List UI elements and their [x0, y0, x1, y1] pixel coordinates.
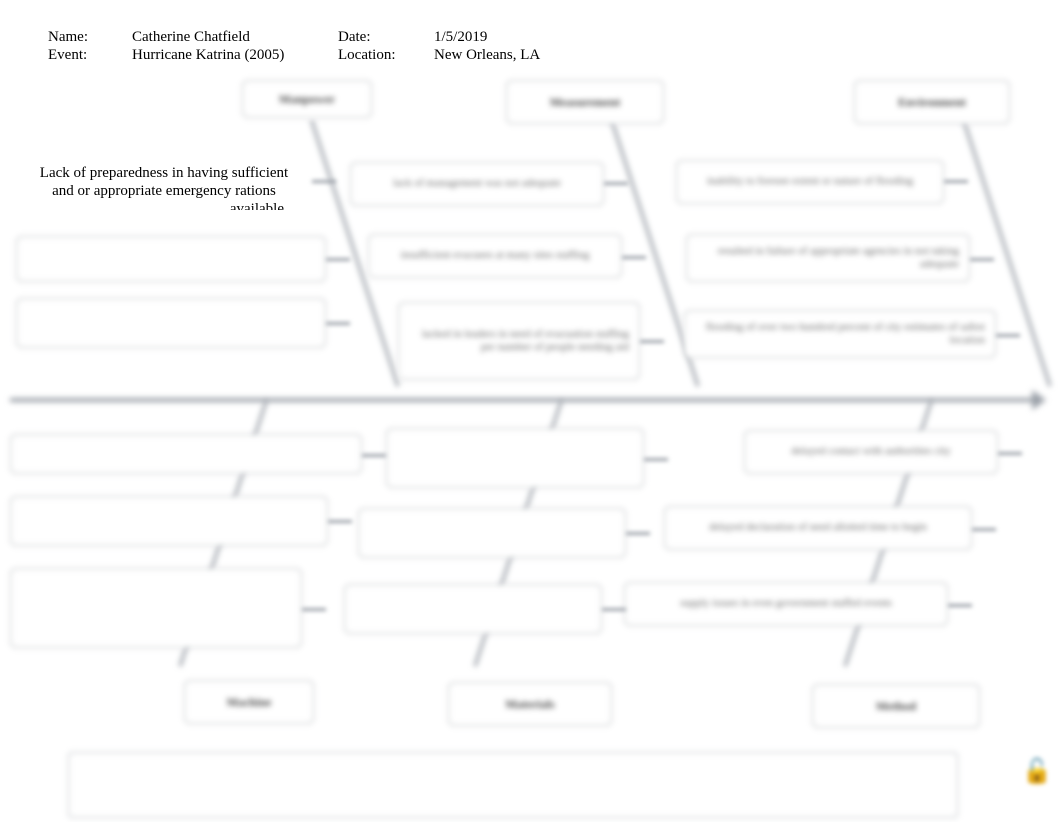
- fishbone-spine: [10, 398, 1040, 402]
- stub: [996, 334, 1020, 337]
- stub: [302, 608, 326, 611]
- header-row-2: Event: Hurricane Katrina (2005) Location…: [48, 46, 634, 64]
- event-value: Hurricane Katrina (2005): [132, 46, 338, 64]
- category-measurement: Measure­ment: [506, 80, 664, 124]
- cause-top-right-1: inability to foresee extent or nature of…: [676, 160, 944, 204]
- cause-top-left-3: [16, 298, 326, 348]
- stub: [604, 182, 628, 185]
- category-manpower: Manpower: [242, 80, 372, 118]
- name-value: Catherine Chatfield: [132, 28, 338, 46]
- date-label: Date:: [338, 28, 434, 46]
- category-environment: Environ­ment: [854, 80, 1010, 124]
- stub: [944, 180, 968, 183]
- stub: [622, 256, 646, 259]
- cause-top-mid-3: lacked in leaders in need of evacuation …: [398, 302, 640, 380]
- stub: [970, 258, 994, 261]
- cause-bot-mid-1: [386, 428, 644, 488]
- stub: [640, 340, 664, 343]
- cause-line-1: Lack of preparedness in having sufficien…: [22, 164, 306, 182]
- header: Name: Catherine Chatfield Date: 1/5/2019…: [48, 28, 634, 64]
- cause-bot-right-1: delayed contact with authorities city: [744, 430, 998, 474]
- cause-bot-left-1: [10, 434, 362, 474]
- cause-top-right-3: flooding of over two hundred percent of …: [684, 310, 996, 358]
- stub: [948, 604, 972, 607]
- stub: [362, 454, 386, 457]
- cause-bot-left-2: [10, 496, 328, 546]
- date-value: 1/5/2019: [434, 28, 634, 46]
- stub: [998, 452, 1022, 455]
- cause-bot-right-2: delayed declaration of need allotted tim…: [664, 506, 972, 550]
- location-label: Location:: [338, 46, 434, 64]
- unlock-icon[interactable]: 🔓: [1022, 757, 1052, 786]
- cause-bot-mid-2: [358, 508, 626, 558]
- cause-top-mid-1: lack of management was not adequate: [350, 162, 604, 206]
- stub: [326, 258, 350, 261]
- category-machine: Machine: [184, 680, 314, 724]
- cause-top-right-2: resulted in failure of appropriate agenc…: [686, 234, 970, 282]
- stub: [326, 322, 350, 325]
- effect-box: [68, 752, 958, 818]
- category-method: Method: [812, 684, 980, 728]
- name-label: Name:: [48, 28, 132, 46]
- cause-preparedness: Lack of preparedness in having sufficien…: [16, 158, 312, 210]
- stub: [328, 520, 352, 523]
- cause-top-mid-2: insufficient evacuees at many sites staf…: [368, 234, 622, 278]
- cause-line-2: and or appropriate emergency rations: [22, 182, 306, 200]
- location-value: New Orleans, LA: [434, 46, 634, 64]
- header-row-1: Name: Catherine Chatfield Date: 1/5/2019: [48, 28, 634, 46]
- cause-top-left-2: [16, 236, 326, 282]
- stub: [312, 180, 336, 183]
- cause-trail: available: [22, 200, 306, 210]
- cause-bot-left-3: [10, 568, 302, 648]
- category-materials: Materials: [448, 682, 612, 726]
- stub: [602, 608, 626, 611]
- event-label: Event:: [48, 46, 132, 64]
- stub: [972, 528, 996, 531]
- cause-bot-mid-3: [344, 584, 602, 634]
- cause-bot-right-3: supply issues in even government staffed…: [624, 582, 948, 626]
- stub: [626, 532, 650, 535]
- stub: [644, 458, 668, 461]
